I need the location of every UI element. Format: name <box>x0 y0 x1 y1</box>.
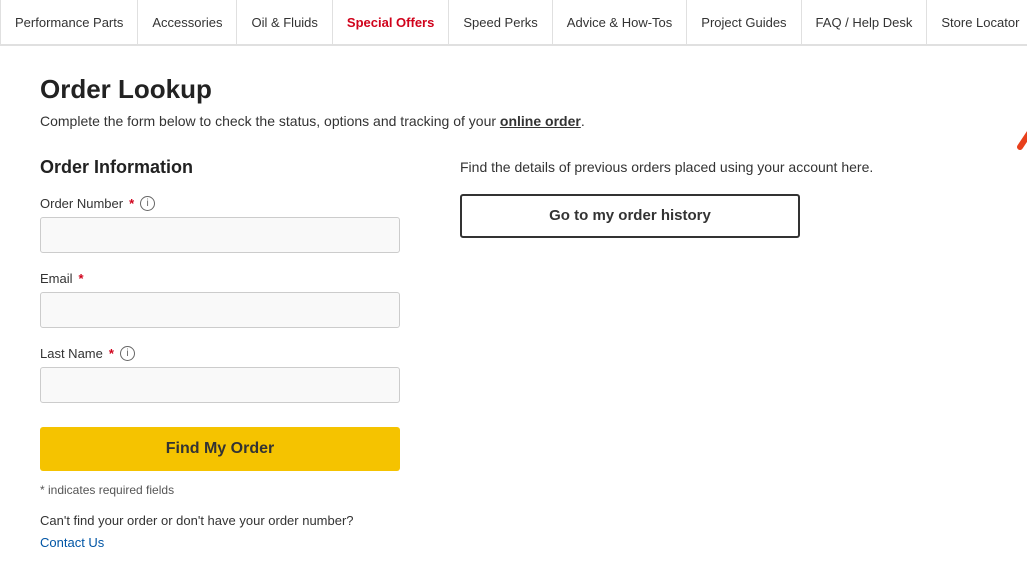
last-name-label: Last Name * i <box>40 346 400 361</box>
two-column-layout: Order Information Order Number * i Email… <box>40 157 960 550</box>
nav-item-advice[interactable]: Advice & How-Tos <box>553 0 687 44</box>
order-number-field-group: Order Number * i <box>40 196 400 253</box>
email-label: Email * <box>40 271 400 286</box>
nav-item-faq[interactable]: FAQ / Help Desk <box>802 0 928 44</box>
order-history-section: Find the details of previous orders plac… <box>460 157 960 238</box>
section-title: Order Information <box>40 157 400 178</box>
nav-item-project-guides[interactable]: Project Guides <box>687 0 801 44</box>
order-history-button[interactable]: Go to my order history <box>460 194 800 238</box>
email-required: * <box>79 271 84 286</box>
last-name-required: * <box>109 346 114 361</box>
order-number-input[interactable] <box>40 217 400 253</box>
last-name-field-group: Last Name * i <box>40 346 400 403</box>
contact-us-link[interactable]: Contact Us <box>40 535 104 550</box>
page-subtitle: Complete the form below to check the sta… <box>40 113 960 129</box>
nav-item-speed-perks[interactable]: Speed Perks <box>449 0 552 44</box>
nav-item-oil-fluids[interactable]: Oil & Fluids <box>237 0 332 44</box>
order-number-label: Order Number * i <box>40 196 400 211</box>
form-section: Order Information Order Number * i Email… <box>40 157 400 550</box>
order-number-info-icon[interactable]: i <box>140 196 155 211</box>
online-order-link[interactable]: online order <box>500 113 581 129</box>
main-content: Order Lookup Complete the form below to … <box>0 46 1000 578</box>
nav-item-accessories[interactable]: Accessories <box>138 0 237 44</box>
nav-item-store-locator[interactable]: Store Locator <box>927 0 1027 44</box>
email-input[interactable] <box>40 292 400 328</box>
arrow-annotation <box>960 37 1027 157</box>
required-note: * indicates required fields <box>40 483 400 497</box>
nav-item-performance-parts[interactable]: Performance Parts <box>0 0 138 44</box>
email-field-group: Email * <box>40 271 400 328</box>
last-name-input[interactable] <box>40 367 400 403</box>
last-name-info-icon[interactable]: i <box>120 346 135 361</box>
order-number-required: * <box>129 196 134 211</box>
find-my-order-button[interactable]: Find My Order <box>40 427 400 471</box>
main-nav: Performance Parts Accessories Oil & Flui… <box>0 0 1027 46</box>
nav-item-special-offers[interactable]: Special Offers <box>333 0 449 44</box>
order-history-text: Find the details of previous orders plac… <box>460 157 960 178</box>
page-title: Order Lookup <box>40 74 960 105</box>
cant-find-text: Can't find your order or don't have your… <box>40 513 400 528</box>
